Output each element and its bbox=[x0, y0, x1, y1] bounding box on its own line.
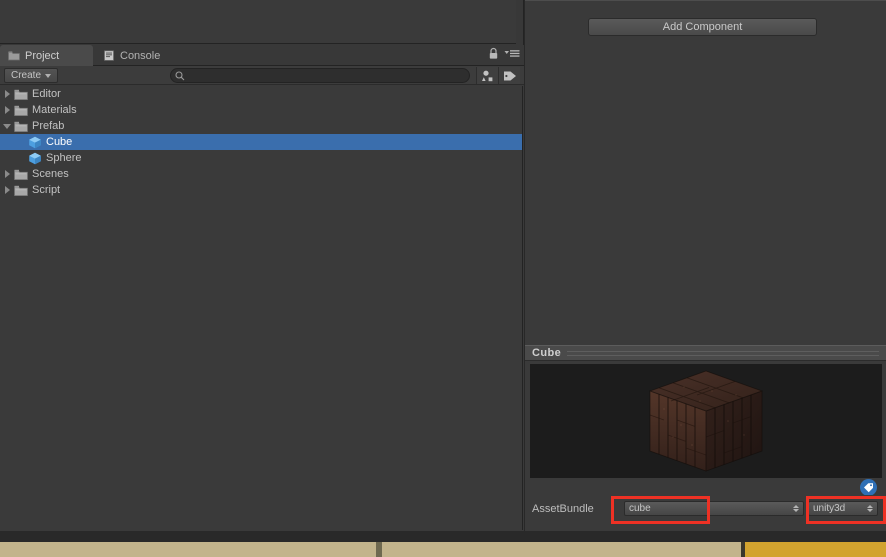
tab-project-label: Project bbox=[25, 49, 60, 62]
preview-title: Cube bbox=[532, 347, 562, 359]
tree-row-label: Editor bbox=[32, 88, 61, 100]
prefab-icon bbox=[29, 152, 41, 164]
folder-icon bbox=[14, 169, 28, 180]
add-component-button[interactable]: Add Component bbox=[588, 18, 817, 36]
component-list-area: Add Component bbox=[525, 0, 886, 344]
chevron-right-icon bbox=[4, 170, 10, 178]
expand-spacer bbox=[14, 150, 28, 166]
folder-icon bbox=[14, 89, 28, 100]
timeline-segment-left[interactable] bbox=[0, 542, 376, 557]
expand-toggle[interactable] bbox=[0, 86, 14, 102]
filter-by-label-button[interactable] bbox=[498, 67, 520, 84]
filter-by-type-icon bbox=[482, 70, 493, 81]
filter-by-type-button[interactable] bbox=[476, 67, 498, 84]
assetbundle-variant-dropdown[interactable]: unity3d bbox=[808, 501, 878, 516]
collapse-toggle[interactable] bbox=[0, 118, 14, 134]
expand-toggle[interactable] bbox=[0, 102, 14, 118]
bottom-dark-gap bbox=[0, 531, 886, 542]
folder-icon bbox=[14, 121, 28, 132]
expand-spacer bbox=[14, 134, 28, 150]
assetbundle-label: AssetBundle bbox=[532, 503, 594, 515]
folder-icon bbox=[14, 185, 28, 196]
chevron-updown-icon bbox=[867, 505, 873, 512]
create-button-label: Create bbox=[11, 70, 42, 81]
tree-row-label: Cube bbox=[46, 136, 73, 148]
cube-mesh bbox=[648, 370, 764, 472]
tab-console-label: Console bbox=[120, 49, 161, 62]
lock-icon[interactable] bbox=[488, 47, 499, 60]
tree-row-label: Scenes bbox=[32, 168, 69, 180]
project-panel-top-filler bbox=[0, 0, 524, 45]
expand-toggle[interactable] bbox=[0, 182, 14, 198]
project-panel-top-filler-inner bbox=[0, 0, 516, 44]
add-component-label: Add Component bbox=[662, 21, 743, 33]
folder-icon bbox=[14, 105, 28, 116]
tree-row[interactable]: Scenes bbox=[0, 166, 522, 182]
asset-label-tag-button[interactable] bbox=[860, 479, 877, 496]
menu-icon[interactable] bbox=[504, 48, 520, 59]
console-icon bbox=[104, 50, 114, 61]
tree-row[interactable]: Materials bbox=[0, 102, 522, 118]
expand-toggle[interactable] bbox=[0, 166, 14, 182]
tree-row[interactable]: Editor bbox=[0, 86, 522, 102]
assetbundle-name-dropdown[interactable]: cube bbox=[624, 501, 804, 516]
timeline-segment-gold[interactable] bbox=[745, 542, 886, 557]
tree-row-label: Sphere bbox=[46, 152, 82, 164]
chevron-down-icon bbox=[3, 123, 11, 129]
tab-project[interactable]: Project bbox=[0, 45, 93, 66]
assetbundle-name-value: cube bbox=[629, 503, 651, 514]
asset-label-tag-icon bbox=[864, 483, 873, 493]
filter-by-label-icon bbox=[503, 71, 516, 80]
bottom-timeline-bar[interactable] bbox=[0, 542, 886, 557]
search-field[interactable] bbox=[170, 68, 470, 83]
project-panel: Project Console Create Editor Materials … bbox=[0, 0, 524, 531]
preview-header[interactable]: Cube bbox=[525, 345, 886, 361]
folder-icon bbox=[8, 51, 20, 61]
tree-row-label: Script bbox=[32, 184, 61, 196]
search-input[interactable] bbox=[187, 70, 457, 81]
assetbundle-row: AssetBundle cube unity3d bbox=[525, 495, 886, 525]
search-icon bbox=[175, 71, 185, 81]
prefab-icon bbox=[29, 136, 41, 148]
chevron-right-icon bbox=[4, 90, 10, 98]
chevron-down-icon bbox=[45, 73, 52, 78]
tree-row[interactable]: Script bbox=[0, 182, 522, 198]
chevron-right-icon bbox=[4, 106, 10, 114]
project-tabbar: Project Console bbox=[0, 45, 524, 66]
tree-row[interactable]: Prefab bbox=[0, 118, 522, 134]
preview-header-rule bbox=[567, 350, 879, 356]
asset-preview-viewport[interactable] bbox=[530, 364, 882, 478]
chevron-right-icon bbox=[4, 186, 10, 194]
tree-row[interactable]: Cube bbox=[0, 134, 522, 150]
tree-row[interactable]: Sphere bbox=[0, 150, 522, 166]
timeline-segment-middle[interactable] bbox=[382, 542, 741, 557]
assetbundle-variant-value: unity3d bbox=[813, 503, 846, 514]
unity-editor-window: Project Console Create Editor Materials … bbox=[0, 0, 886, 557]
chevron-updown-icon bbox=[793, 505, 799, 512]
project-toolbar: Create bbox=[0, 66, 524, 85]
inspector-panel: Add Component Cube AssetBundle cube unit… bbox=[525, 0, 886, 531]
tab-console[interactable]: Console bbox=[95, 45, 177, 66]
cube-preview-3d bbox=[640, 365, 772, 477]
tree-row-label: Materials bbox=[32, 104, 77, 116]
project-asset-tree[interactable]: Editor Materials Prefab Cube Sphere Scen… bbox=[0, 86, 523, 530]
tree-row-label: Prefab bbox=[32, 120, 65, 132]
tabbar-right-controls bbox=[488, 47, 520, 60]
create-button[interactable]: Create bbox=[4, 68, 59, 83]
